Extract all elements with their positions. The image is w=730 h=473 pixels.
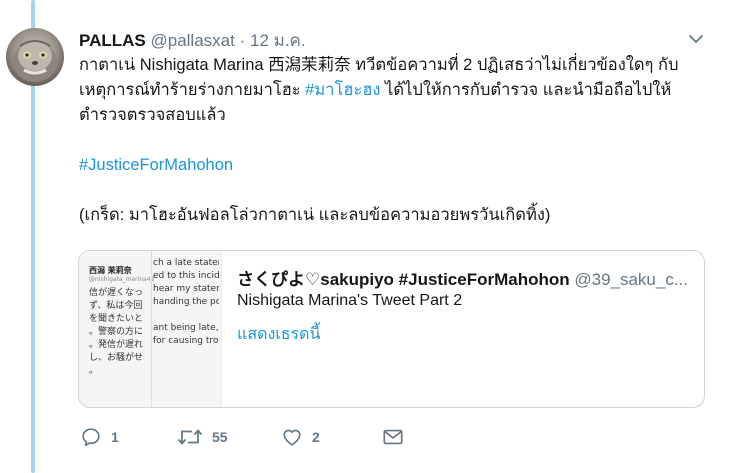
like-button[interactable]: 2 [281, 425, 320, 449]
thumbnail-en-line: ed to this incide [153, 271, 219, 281]
thumbnail-jp-line: を聞きたいと [89, 314, 144, 324]
thumbnail-en-line: for causing troul [153, 336, 219, 346]
tweet-timestamp[interactable]: 12 ม.ค. [250, 31, 306, 50]
pallas-cat-avatar-image [13, 40, 57, 82]
heart-icon [283, 429, 301, 446]
hashtag-link-mahohong[interactable]: #มาโฮะฮง [305, 81, 380, 99]
quoted-tweet-text: Nishigata Marina's Tweet Part 2 [237, 292, 463, 309]
tweet-trivia-text: (เกร็ด: มาโฮะอันฟอลโล่วกาตาเน่ และลบข้อค… [79, 206, 551, 224]
thumbnail-divider [151, 251, 152, 407]
reply-icon [82, 428, 100, 447]
tweet-text-line-2: เหตุการณ์ทำร้ายร่างกายมาโฮะ #มาโฮะฮง ได้… [79, 78, 709, 103]
thumbnail-en-line: ch a late statem [153, 258, 219, 268]
retweet-icon [177, 429, 203, 445]
chevron-down-icon[interactable] [688, 32, 704, 44]
thumbnail-english-column: ch a late statem ed to this incide hear … [153, 257, 219, 348]
thumbnail-jp-line: 。発信が遅れ [89, 340, 144, 350]
header-separator: · [239, 31, 246, 50]
thumbnail-en-line [153, 309, 219, 322]
reply-button[interactable]: 1 [80, 425, 119, 449]
thumbnail-jp-line: 。 [89, 366, 99, 376]
envelope-icon [383, 429, 403, 445]
thumbnail-name: 西潟 茉莉奈 [89, 266, 132, 275]
thumbnail-handle: @nishigata_marina48 [89, 276, 155, 283]
thumbnail-en-line: ant being late, I [153, 323, 219, 333]
thumbnail-jp-line: 信が遅くなっ [89, 288, 144, 298]
avatar[interactable] [6, 28, 64, 86]
thumbnail-japanese-column: 西潟 茉莉奈 @nishigata_marina48 信が遅くなっ ず、私は今回… [89, 265, 155, 378]
thumbnail-jp-line: ず、私は今回 [89, 301, 143, 311]
retweet-button[interactable]: 55 [177, 425, 228, 449]
tweet-text-line-3: ตำรวจตรวจสอบแล้ว [79, 106, 226, 124]
author-display-name[interactable]: PALLAS [79, 31, 146, 50]
show-thread-link[interactable]: แสดงเธรดนี้ [237, 322, 320, 347]
quoted-author-handle[interactable]: @39_saku_c... [574, 270, 688, 289]
quoted-tweet-thumbnail[interactable]: 西潟 茉莉奈 @nishigata_marina48 信が遅くなっ ず、私は今回… [79, 251, 222, 407]
tweet-header: PALLAS @pallasxat · 12 ม.ค. [79, 27, 679, 50]
thumbnail-en-line: handing the poli [153, 297, 219, 307]
author-handle[interactable]: @pallasxat [150, 31, 234, 50]
tweet-body: กาตาเน่ Nishigata Marina 西潟茉莉奈 ทวีตข้อคว… [79, 53, 709, 228]
like-count: 2 [312, 429, 320, 445]
direct-message-button[interactable] [382, 425, 404, 449]
thumbnail-en-line: hear my statem [153, 284, 219, 294]
hashtag-link-justice[interactable]: #JusticeForMahohon [79, 156, 233, 174]
retweet-count: 55 [212, 429, 228, 445]
quoted-author-name[interactable]: さくぴよ♡sakupiyo #JusticeForMahohon [237, 270, 570, 289]
tweet-text-line-2-start: เหตุการณ์ทำร้ายร่างกายมาโฮะ [79, 81, 306, 99]
tweet-text-line-2-end: ได้ไปให้การกับตำรวจ และนำมือถือไปให้ [380, 81, 672, 99]
tweet-text-line-1: กาตาเน่ Nishigata Marina 西潟茉莉奈 ทวีตข้อคว… [79, 56, 679, 74]
thumbnail-jp-line: 。警察の方に [89, 327, 144, 337]
quoted-tweet-header: さくぴよ♡sakupiyo #JusticeForMahohon @39_sak… [237, 265, 697, 290]
reply-count: 1 [111, 429, 119, 445]
thumbnail-jp-line: し、お騒がせ [89, 353, 144, 363]
